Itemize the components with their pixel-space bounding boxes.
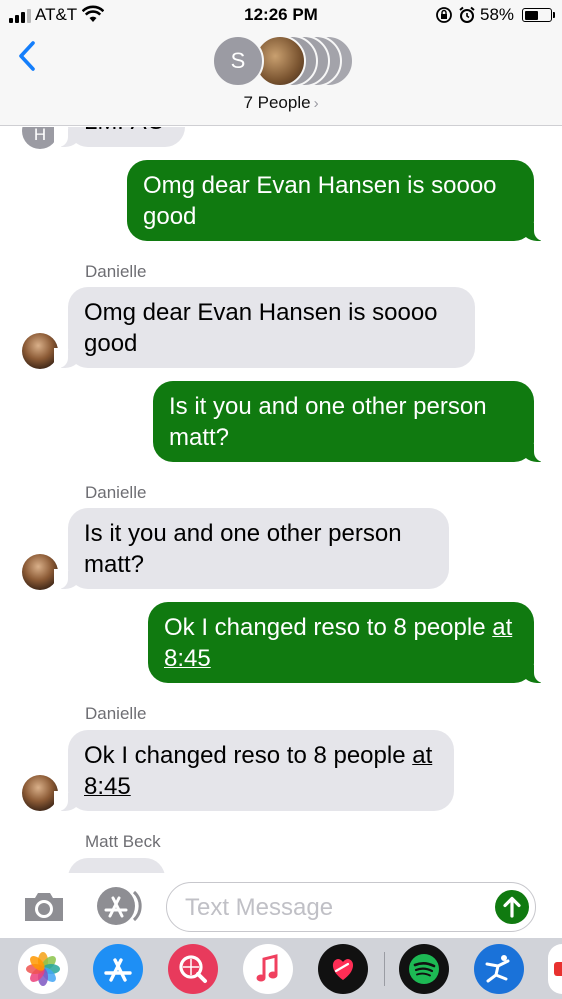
message-input-placeholder: Text Message: [185, 894, 334, 921]
chevron-right-icon: ›: [313, 95, 319, 112]
group-avatar-initial: S: [212, 35, 264, 87]
battery-tip: [553, 12, 555, 18]
status-bar: AT&T 12:26 PM 58%: [0, 0, 562, 30]
app-store-icon[interactable]: [94, 886, 144, 926]
status-time: 12:26 PM: [244, 5, 318, 24]
search-images-icon[interactable]: [168, 944, 218, 994]
message-bubble-incoming[interactable]: Omg dear Evan Hansen is soooo good: [54, 287, 475, 368]
drawer-divider: [384, 952, 385, 986]
sender-avatar: H: [22, 127, 58, 149]
conversation-header: S 7 People ›: [0, 30, 562, 126]
battery-icon: [522, 8, 552, 22]
orientation-lock-icon: [436, 7, 452, 23]
send-arrow-icon: [503, 896, 521, 918]
message-input[interactable]: Text Message: [166, 882, 536, 932]
message-list[interactable]: LMFAO H Omg dear Evan Hansen is soooo go…: [0, 127, 562, 873]
message-bubble-incoming[interactable]: Ok I changed reso to 8 people at 8:45: [54, 730, 454, 811]
partial-app-icon[interactable]: [548, 944, 562, 994]
sender-avatar: [22, 554, 58, 590]
music-icon[interactable]: [243, 944, 293, 994]
sender-name: Danielle: [85, 483, 147, 502]
spotify-icon[interactable]: [399, 944, 449, 994]
app-store-icon[interactable]: [93, 944, 143, 994]
compose-bar: Text Message: [0, 873, 562, 938]
message-bubble-outgoing[interactable]: Omg dear Evan Hansen is soooo good: [127, 160, 548, 241]
message-bubble-outgoing[interactable]: Ok I changed reso to 8 people at 8:45: [148, 602, 548, 683]
chevron-left-icon[interactable]: [14, 38, 42, 74]
message-text: Ok I changed reso to 8 people: [164, 614, 486, 641]
message-text: Is it you and one other person matt?: [84, 520, 402, 578]
message-text: Ok I changed reso to 8 people: [84, 742, 406, 769]
message-bubble-outgoing[interactable]: Is it you and one other person matt?: [153, 381, 548, 462]
message-text: Omg dear Evan Hansen is soooo good: [84, 299, 438, 357]
send-button[interactable]: [495, 890, 529, 924]
digital-touch-icon[interactable]: [318, 944, 368, 994]
imessage-app-drawer: [0, 938, 562, 999]
fitness-app-icon[interactable]: [474, 944, 524, 994]
message-text: LMFAO: [84, 127, 165, 135]
message-bubble-incoming[interactable]: LMFAO: [54, 127, 185, 147]
message-text: Omg dear Evan Hansen is soooo good: [143, 172, 497, 230]
message-bubble-incoming[interactable]: Is it you and one other person matt?: [54, 508, 449, 589]
group-details-link[interactable]: 7 People ›: [0, 93, 562, 113]
sender-name: Danielle: [85, 704, 147, 723]
sender-avatar: [22, 775, 58, 811]
group-avatar-stack[interactable]: S: [212, 33, 354, 89]
sender-name: Danielle: [85, 262, 147, 281]
message-bubble-incoming[interactable]: [68, 858, 165, 873]
people-count-label: 7 People: [243, 93, 311, 112]
sender-avatar: [22, 333, 58, 369]
battery-percentage: 58%: [480, 5, 515, 24]
photos-icon[interactable]: [18, 944, 68, 994]
alarm-icon: [459, 6, 475, 23]
battery-level-fill: [524, 10, 538, 20]
message-text: Is it you and one other person matt?: [169, 393, 487, 451]
sender-name: Matt Beck: [85, 832, 161, 851]
camera-icon[interactable]: [22, 890, 66, 924]
